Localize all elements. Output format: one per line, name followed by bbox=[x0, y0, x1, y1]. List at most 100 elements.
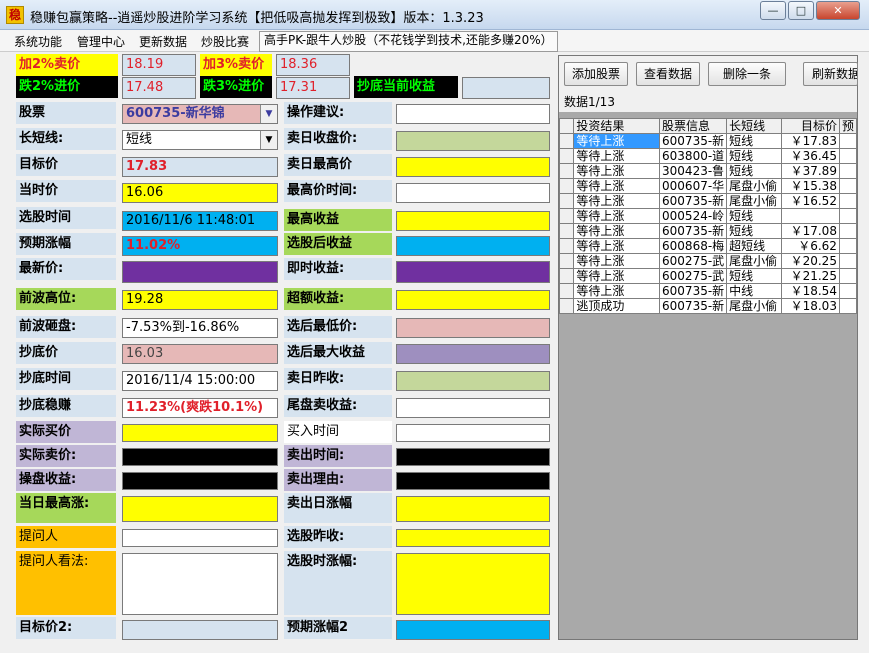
row-selector[interactable] bbox=[558, 268, 575, 284]
after-pick-profit-field[interactable] bbox=[396, 236, 550, 256]
cell-target-price[interactable]: ￥18.54 bbox=[781, 283, 840, 299]
tail-sell-profit-field[interactable] bbox=[396, 398, 550, 418]
cell-result[interactable]: 等待上涨 bbox=[573, 238, 661, 254]
close-button[interactable]: ✕ bbox=[816, 1, 860, 20]
cell-expected[interactable] bbox=[838, 298, 858, 314]
target-price-2-field[interactable] bbox=[122, 620, 278, 640]
sell-time-field[interactable] bbox=[396, 448, 550, 466]
cell-result[interactable]: 等待上涨 bbox=[573, 148, 661, 164]
cell-result[interactable]: 等待上涨 bbox=[573, 283, 661, 299]
row-selector[interactable] bbox=[558, 283, 575, 299]
high-time-field[interactable] bbox=[396, 183, 550, 203]
cell-stock[interactable]: 600735-新 bbox=[659, 193, 728, 209]
cell-expected[interactable] bbox=[838, 223, 858, 239]
cell-term[interactable]: 短线 bbox=[726, 163, 783, 179]
trade-profit-field[interactable] bbox=[122, 472, 278, 490]
target-price-field[interactable]: 17.83 bbox=[122, 157, 278, 177]
column-header[interactable]: 预 bbox=[838, 118, 858, 134]
cell-term[interactable]: 超短线 bbox=[726, 238, 783, 254]
column-header[interactable]: 投资结果 bbox=[573, 118, 661, 134]
after-max-profit-field[interactable] bbox=[396, 344, 550, 364]
cell-target-price[interactable]: ￥37.89 bbox=[781, 163, 840, 179]
prev-high-field[interactable]: 19.28 bbox=[122, 290, 278, 310]
row-selector[interactable] bbox=[558, 298, 575, 314]
cell-stock[interactable]: 600275-武 bbox=[659, 253, 728, 269]
cell-expected[interactable] bbox=[838, 208, 858, 224]
view-data-button[interactable]: 查看数据 bbox=[636, 62, 700, 86]
cell-target-price[interactable]: ￥16.52 bbox=[781, 193, 840, 209]
row-selector[interactable] bbox=[558, 193, 575, 209]
cell-stock[interactable]: 600735-新 bbox=[659, 298, 728, 314]
cell-result[interactable]: 等待上涨 bbox=[573, 208, 661, 224]
cell-stock[interactable]: 600275-武 bbox=[659, 268, 728, 284]
cell-term[interactable]: 中线 bbox=[726, 283, 783, 299]
expected-rise-2-field[interactable] bbox=[396, 620, 550, 640]
cell-stock[interactable]: 300423-鲁 bbox=[659, 163, 728, 179]
row-selector[interactable] bbox=[558, 133, 575, 149]
cell-term[interactable]: 尾盘小偷 bbox=[726, 193, 783, 209]
table-row[interactable]: 等待上涨 600735-新 短线 ￥17.08 bbox=[558, 223, 858, 239]
cell-expected[interactable] bbox=[838, 163, 858, 179]
menu-system[interactable]: 系统功能 bbox=[14, 33, 62, 50]
menu-update-data[interactable]: 更新数据 bbox=[139, 33, 187, 50]
instant-profit-field[interactable] bbox=[396, 261, 550, 283]
cell-target-price[interactable] bbox=[781, 208, 840, 224]
sell-high-field[interactable] bbox=[396, 157, 550, 177]
cell-term[interactable]: 尾盘小偷 bbox=[726, 253, 783, 269]
chevron-down-icon[interactable]: ▼ bbox=[260, 105, 277, 123]
chevron-down-icon[interactable]: ▼ bbox=[260, 131, 277, 149]
cell-result[interactable]: 等待上涨 bbox=[573, 178, 661, 194]
current-price-field[interactable]: 16.06 bbox=[122, 183, 278, 203]
expected-rise-field[interactable]: 11.02% bbox=[122, 236, 278, 256]
table-row[interactable]: 等待上涨 600735-新 中线 ￥18.54 bbox=[558, 283, 858, 299]
cell-target-price[interactable]: ￥18.03 bbox=[781, 298, 840, 314]
cell-result[interactable]: 等待上涨 bbox=[573, 193, 661, 209]
cell-stock[interactable]: 600735-新 bbox=[659, 133, 728, 149]
cell-result[interactable]: 等待上涨 bbox=[573, 133, 661, 149]
delete-record-button[interactable]: 删除一条 bbox=[708, 62, 786, 86]
pick-rise-field[interactable] bbox=[396, 553, 550, 615]
column-header[interactable]: 目标价 bbox=[781, 118, 840, 134]
menu-contest[interactable]: 炒股比赛 bbox=[201, 33, 249, 50]
buy-price-field[interactable] bbox=[122, 424, 278, 442]
sell-day-rise-field[interactable] bbox=[396, 496, 550, 522]
bottom-profit-value[interactable] bbox=[462, 77, 550, 99]
cell-target-price[interactable]: ￥6.62 bbox=[781, 238, 840, 254]
cell-result[interactable]: 等待上涨 bbox=[573, 268, 661, 284]
down2-value[interactable]: 17.48 bbox=[122, 77, 196, 99]
cell-term[interactable]: 短线 bbox=[726, 208, 783, 224]
cell-expected[interactable] bbox=[838, 283, 858, 299]
cell-result[interactable]: 等待上涨 bbox=[573, 163, 661, 179]
cell-expected[interactable] bbox=[838, 178, 858, 194]
buy-time-field[interactable] bbox=[396, 424, 550, 442]
row-selector[interactable] bbox=[558, 148, 575, 164]
menu-follow-master[interactable]: 高手PK-跟牛人炒股（不花钱学到技术,还能多赚20%） bbox=[259, 31, 558, 52]
excess-profit-field[interactable] bbox=[396, 290, 550, 310]
up3-value[interactable]: 18.36 bbox=[276, 54, 350, 76]
menu-admin[interactable]: 管理中心 bbox=[77, 33, 125, 50]
column-header[interactable]: 股票信息 bbox=[659, 118, 728, 134]
day-high-rise-field[interactable] bbox=[122, 496, 278, 522]
cell-term[interactable]: 短线 bbox=[726, 268, 783, 284]
row-selector[interactable] bbox=[558, 223, 575, 239]
cell-result[interactable]: 等待上涨 bbox=[573, 253, 661, 269]
up2-value[interactable]: 18.19 bbox=[122, 54, 196, 76]
cell-stock[interactable]: 600735-新 bbox=[659, 223, 728, 239]
asker-opinion-field[interactable] bbox=[122, 553, 278, 615]
cell-expected[interactable] bbox=[838, 193, 858, 209]
row-selector[interactable] bbox=[558, 178, 575, 194]
cell-stock[interactable]: 603800-道 bbox=[659, 148, 728, 164]
add-stock-button[interactable]: 添加股票 bbox=[564, 62, 628, 86]
cell-term[interactable]: 尾盘小偷 bbox=[726, 298, 783, 314]
stock-select[interactable]: 600735-新华锦 ▼ bbox=[122, 104, 278, 124]
cell-result[interactable]: 等待上涨 bbox=[573, 223, 661, 239]
row-selector[interactable] bbox=[558, 163, 575, 179]
table-row[interactable]: 逃顶成功 600735-新 尾盘小偷 ￥18.03 bbox=[558, 298, 858, 314]
down3-value[interactable]: 17.31 bbox=[276, 77, 350, 99]
table-row[interactable]: 等待上涨 000524-岭 短线 bbox=[558, 208, 858, 224]
cell-target-price[interactable]: ￥20.25 bbox=[781, 253, 840, 269]
cell-term[interactable]: 短线 bbox=[726, 148, 783, 164]
latest-price-field[interactable] bbox=[122, 261, 278, 283]
cell-expected[interactable] bbox=[838, 148, 858, 164]
cell-expected[interactable] bbox=[838, 133, 858, 149]
